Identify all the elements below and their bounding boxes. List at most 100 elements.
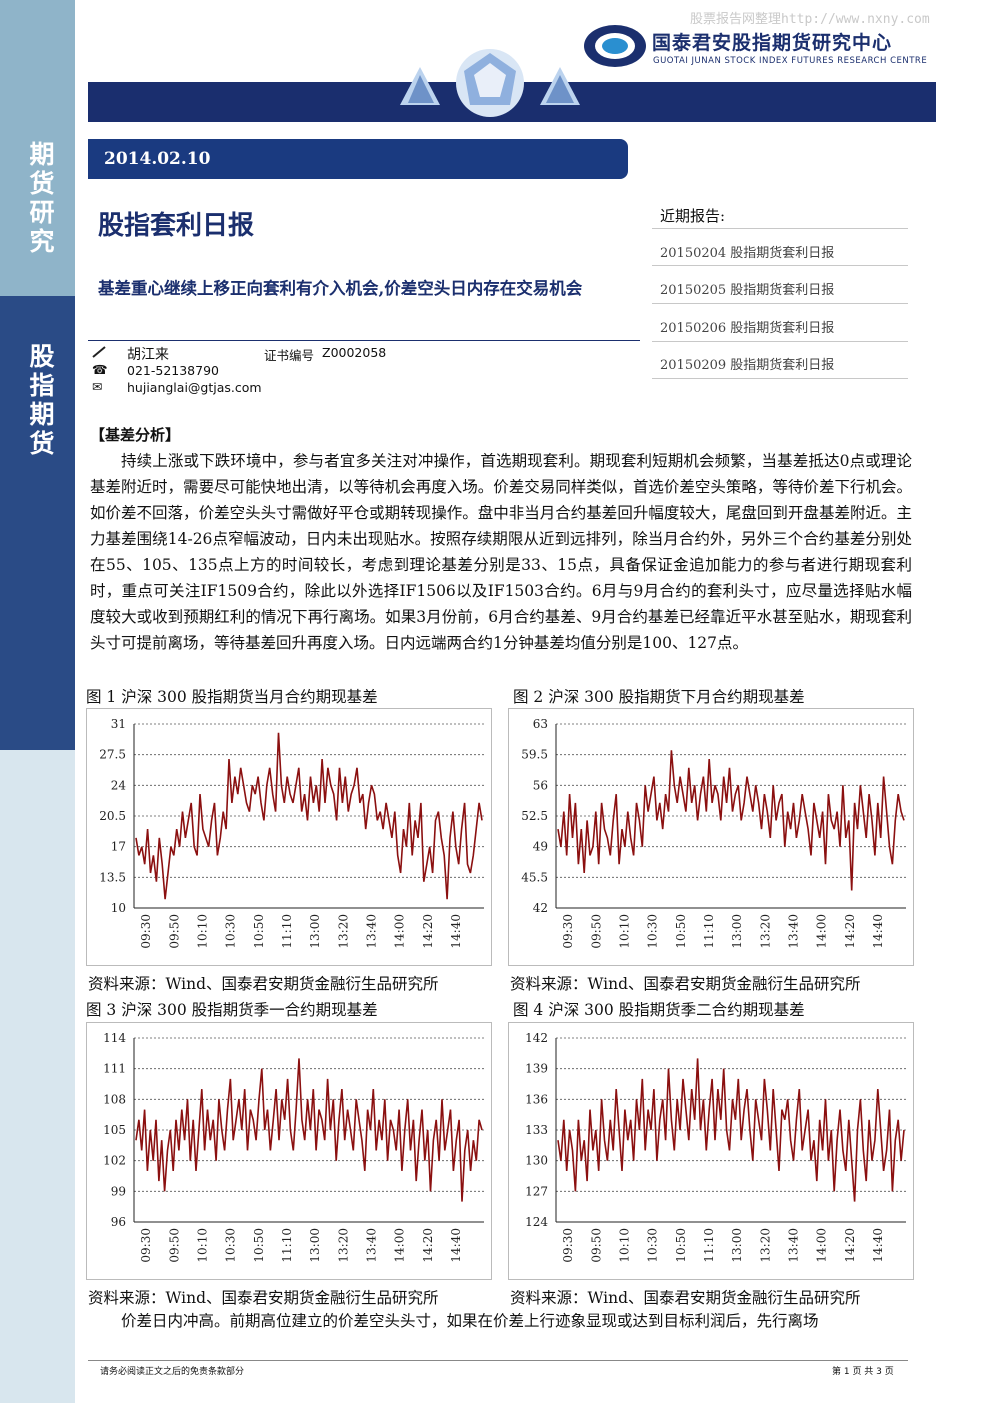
chart-source: 资料来源：Wind、国泰君安期货金融衍生品研究所 bbox=[88, 1289, 439, 1307]
recent-divider bbox=[652, 265, 908, 266]
x-tick-label: 10:50 bbox=[674, 1228, 688, 1263]
x-tick-label: 10:10 bbox=[195, 914, 209, 949]
chart-quarter2-basis: 142 139 136 133 130 127 124 09:30 09:50 10:10 10:3… bbox=[508, 1022, 914, 1280]
x-tick-label: 13:40 bbox=[364, 914, 378, 949]
author-email: hujianglai@gtjas.com bbox=[127, 380, 262, 395]
y-tick-label: 136 bbox=[525, 1092, 548, 1106]
sidebar-middle: 股指期货 bbox=[0, 296, 75, 750]
x-tick-label: 11:10 bbox=[702, 914, 716, 949]
x-tick-label: 09:30 bbox=[139, 914, 153, 949]
author-phone: 021-52138790 bbox=[127, 363, 219, 378]
cert-number: Z0002058 bbox=[322, 345, 387, 360]
x-tick-label: 10:30 bbox=[224, 914, 238, 949]
body-paragraph: 持续上涨或下跌环境中，参与者宜多关注对冲操作，首选期现套利。期现套利短期机会频繁… bbox=[90, 452, 912, 652]
y-tick-label: 45.5 bbox=[521, 870, 548, 884]
y-tick-label: 42 bbox=[533, 901, 548, 915]
section-heading: 【基差分析】 bbox=[90, 426, 181, 444]
y-tick-label: 10 bbox=[111, 901, 126, 915]
y-tick-label: 102 bbox=[103, 1154, 126, 1168]
author-name: 胡江来 bbox=[127, 347, 169, 363]
author-divider bbox=[88, 340, 640, 341]
x-tick-label: 09:50 bbox=[167, 914, 181, 949]
x-tick-label: 13:20 bbox=[758, 914, 772, 949]
recent-divider bbox=[652, 303, 908, 304]
y-tick-label: 27.5 bbox=[99, 748, 126, 762]
y-tick-label: 142 bbox=[525, 1031, 548, 1045]
x-tick-label: 09:50 bbox=[589, 914, 603, 949]
y-tick-label: 52.5 bbox=[521, 809, 548, 823]
continued-paragraph: 价差日内冲高。前期高位建立的价差空头头寸，如果在价差上行迹象显现或达到目标利润后… bbox=[121, 1312, 819, 1330]
x-tick-label: 14:40 bbox=[871, 1228, 885, 1263]
x-tick-label: 10:10 bbox=[195, 1228, 209, 1263]
figure-caption-4: 图 4 沪深 300 股指期货季二合约期现基差 bbox=[513, 1001, 805, 1019]
y-tick-label: 114 bbox=[103, 1031, 126, 1045]
recent-report-item[interactable]: 20150204 股指期货套利日报 bbox=[660, 242, 834, 261]
x-tick-label: 14:40 bbox=[871, 914, 885, 949]
x-tick-label: 09:30 bbox=[561, 914, 575, 949]
recent-divider bbox=[652, 228, 908, 229]
x-tick-label: 13:00 bbox=[308, 1228, 322, 1263]
y-tick-label: 108 bbox=[103, 1092, 126, 1106]
y-tick-label: 139 bbox=[525, 1062, 548, 1076]
y-tick-label: 31 bbox=[111, 717, 126, 731]
x-tick-label: 14:40 bbox=[449, 914, 463, 949]
company-logo-icon bbox=[584, 25, 646, 67]
cert-label: 证书编号 bbox=[264, 348, 315, 363]
recent-report-item[interactable]: 20150205 股指期货套利日报 bbox=[660, 279, 834, 298]
pen-icon bbox=[92, 346, 106, 358]
figure-caption-1: 图 1 沪深 300 股指期货当月合约期现基差 bbox=[86, 688, 378, 706]
x-tick-label: 09:30 bbox=[139, 1228, 153, 1263]
x-tick-label: 10:10 bbox=[617, 914, 631, 949]
y-tick-label: 105 bbox=[103, 1123, 126, 1137]
x-tick-label: 10:10 bbox=[617, 1228, 631, 1263]
x-tick-label: 11:10 bbox=[280, 1228, 294, 1263]
footer-disclaimer: 请务必阅读正文之后的免责条款部分 bbox=[100, 1367, 245, 1377]
x-tick-label: 10:30 bbox=[646, 1228, 660, 1263]
x-tick-label: 13:40 bbox=[364, 1228, 378, 1263]
x-tick-label: 10:50 bbox=[252, 914, 266, 949]
x-tick-label: 13:40 bbox=[786, 1228, 800, 1263]
x-tick-label: 14:00 bbox=[815, 914, 829, 949]
x-tick-label: 14:40 bbox=[449, 1228, 463, 1263]
headline: 基差重心继续上移正向套利有介入机会,价差空头日内存在交易机会 bbox=[98, 279, 583, 298]
x-tick-label: 10:50 bbox=[252, 1228, 266, 1263]
brand-name-en: GUOTAI JUNAN STOCK INDEX FUTURES RESEARC… bbox=[653, 56, 928, 66]
x-tick-label: 13:00 bbox=[308, 914, 322, 949]
figure-caption-3: 图 3 沪深 300 股指期货季一合约期现基差 bbox=[86, 1001, 378, 1019]
recent-report-item[interactable]: 20150206 股指期货套利日报 bbox=[660, 317, 834, 336]
x-tick-label: 13:20 bbox=[758, 1228, 772, 1263]
footer-page-number: 第 1 页 共 3 页 bbox=[832, 1367, 894, 1377]
y-tick-label: 13.5 bbox=[99, 870, 126, 884]
chart-front-month-basis: 31 27.5 24 20.5 17 13.5 10 09:30 09:50 10:10 10:30… bbox=[86, 708, 492, 966]
y-tick-label: 63 bbox=[533, 717, 548, 731]
chart-source: 资料来源：Wind、国泰君安期货金融衍生品研究所 bbox=[510, 1289, 861, 1307]
x-tick-label: 11:10 bbox=[702, 1228, 716, 1263]
y-tick-label: 133 bbox=[525, 1123, 548, 1137]
recent-reports-title: 近期报告: bbox=[660, 207, 726, 225]
watermark: 股票报告网整理http://www.nxny.com bbox=[690, 12, 930, 27]
x-tick-label: 09:50 bbox=[167, 1228, 181, 1263]
x-tick-label: 13:00 bbox=[730, 914, 744, 949]
footer-divider bbox=[88, 1360, 908, 1361]
y-tick-label: 111 bbox=[103, 1062, 126, 1076]
sidebar-mid-label: 股指期货 bbox=[29, 342, 55, 458]
diamond-icon bbox=[400, 49, 580, 117]
chart-next-month-basis: 63 59.5 56 52.5 49 45.5 42 09:30 09:50 10:10 10:30… bbox=[508, 708, 914, 966]
chart-source: 资料来源：Wind、国泰君安期货金融衍生品研究所 bbox=[88, 975, 439, 993]
y-tick-label: 49 bbox=[533, 840, 548, 854]
x-tick-label: 13:20 bbox=[336, 914, 350, 949]
x-tick-label: 13:20 bbox=[336, 1228, 350, 1263]
x-tick-label: 14:00 bbox=[815, 1228, 829, 1263]
y-tick-label: 124 bbox=[525, 1215, 548, 1229]
sidebar-top-label: 期货研究 bbox=[29, 140, 55, 256]
x-tick-label: 10:30 bbox=[646, 914, 660, 949]
x-tick-label: 14:00 bbox=[393, 914, 407, 949]
x-tick-label: 14:20 bbox=[843, 1228, 857, 1263]
x-tick-label: 13:40 bbox=[786, 914, 800, 949]
y-tick-label: 59.5 bbox=[521, 748, 548, 762]
recent-report-item[interactable]: 20150209 股指期货套利日报 bbox=[660, 354, 834, 373]
chart-quarter1-basis: 114 111 108 105 102 99 96 09:30 09:50 10:10 10:30 1… bbox=[86, 1022, 492, 1280]
x-tick-label: 09:30 bbox=[561, 1228, 575, 1263]
y-tick-label: 17 bbox=[111, 840, 126, 854]
recent-divider bbox=[652, 378, 908, 379]
